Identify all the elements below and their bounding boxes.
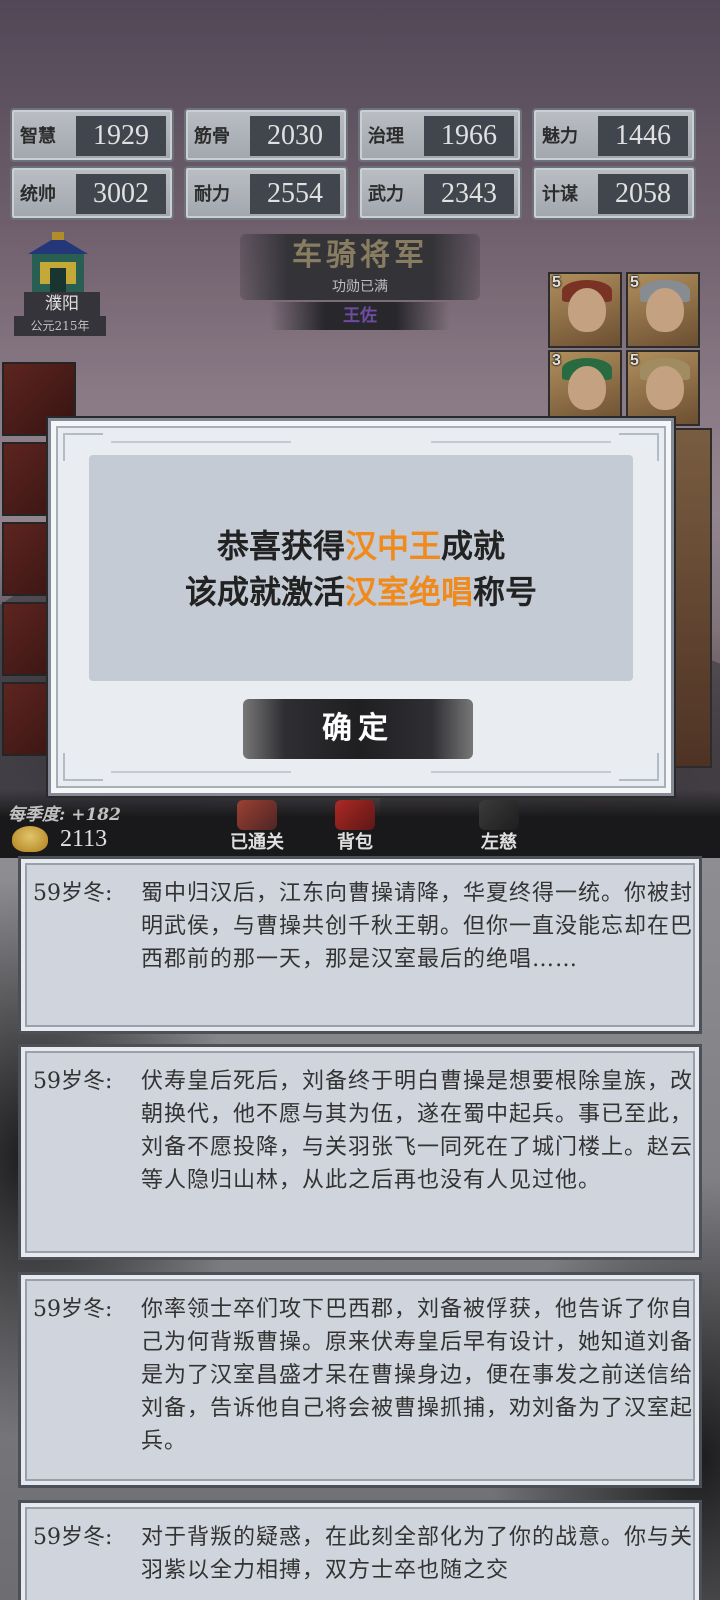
log-entry: 59岁冬: 对于背叛的疑惑，在此刻全部化为了你的战意。你与关羽紫以全力相搏，双方… [18, 1500, 702, 1600]
log-age: 59岁冬: [33, 1069, 113, 1094]
dialog-message: 恭喜获得汉中王成就 该成就激活汉室绝唱称号 [89, 523, 633, 615]
log-text: 伏寿皇后死后，刘备终于明白曹操是想要根除皇族，改朝换代，他不愿与其为伍，遂在蜀中… [141, 1069, 694, 1193]
text: 成就 [441, 527, 506, 565]
log-entry: 59岁冬: 蜀中归汉后，江东向曹操请降，华夏终得一统。你被封明武侯，与曹操共创千… [18, 856, 702, 1034]
log-text: 你率领士卒们攻下巴西郡，刘备被俘获，他告诉了你自己为何背叛曹操。原来伏寿皇后早有… [141, 1297, 694, 1454]
corner-ornament [619, 753, 659, 781]
game-scene: 智慧 1929 筋骨 2030 治理 1966 魅力 1446 统帅 3002 … [0, 0, 720, 858]
divider [431, 771, 611, 773]
log-entry: 59岁冬: 伏寿皇后死后，刘备终于明白曹操是想要根除皇族，改朝换代，他不愿与其为… [18, 1044, 702, 1260]
message-line-2: 该成就激活汉室绝唱称号 [89, 569, 633, 615]
log-text: 蜀中归汉后，江东向曹操请降，华夏终得一统。你被封明武侯，与曹操共创千秋王朝。但你… [141, 881, 694, 972]
event-log[interactable]: 59岁冬: 蜀中归汉后，江东向曹操请降，华夏终得一统。你被封明武侯，与曹操共创千… [0, 856, 720, 1600]
divider [111, 771, 291, 773]
log-age: 59岁冬: [33, 1525, 113, 1550]
log-text: 对于背叛的疑惑，在此刻全部化为了你的战意。你与关羽紫以全力相搏，双方士卒也随之交 [141, 1525, 694, 1583]
log-age: 59岁冬: [33, 881, 113, 906]
divider [431, 441, 611, 443]
achievement-dialog: 恭喜获得汉中王成就 该成就激活汉室绝唱称号 确定 [48, 418, 674, 796]
dialog-message-panel: 恭喜获得汉中王成就 该成就激活汉室绝唱称号 [89, 455, 633, 681]
log-age: 59岁冬: [33, 1297, 113, 1322]
title-name: 汉室绝唱 [344, 573, 473, 611]
text: 该成就激活 [184, 573, 345, 611]
achievement-name: 汉中王 [344, 527, 441, 565]
confirm-button[interactable]: 确定 [243, 699, 473, 759]
text: 称号 [473, 573, 538, 611]
log-entry: 59岁冬: 你率领士卒们攻下巴西郡，刘备被俘获，他告诉了你自己为何背叛曹操。原来… [18, 1272, 702, 1488]
message-line-1: 恭喜获得汉中王成就 [89, 523, 633, 569]
corner-ornament [63, 753, 103, 781]
text: 恭喜获得 [216, 527, 345, 565]
divider [111, 441, 291, 443]
